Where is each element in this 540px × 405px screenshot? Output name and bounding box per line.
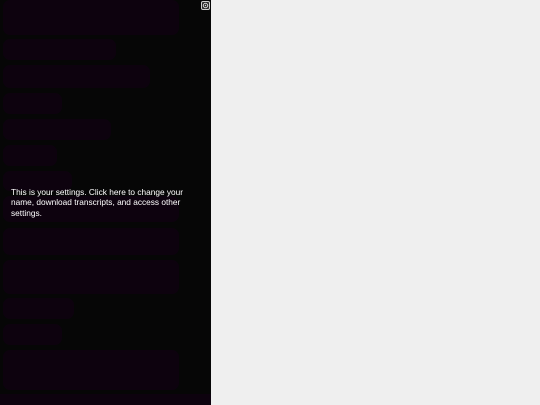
transcript-panel: This is your settings. Click here to cha… [0, 0, 211, 405]
gear-icon [202, 2, 209, 9]
settings-tooltip: This is your settings. Click here to cha… [11, 187, 184, 218]
settings-button[interactable] [201, 1, 210, 10]
